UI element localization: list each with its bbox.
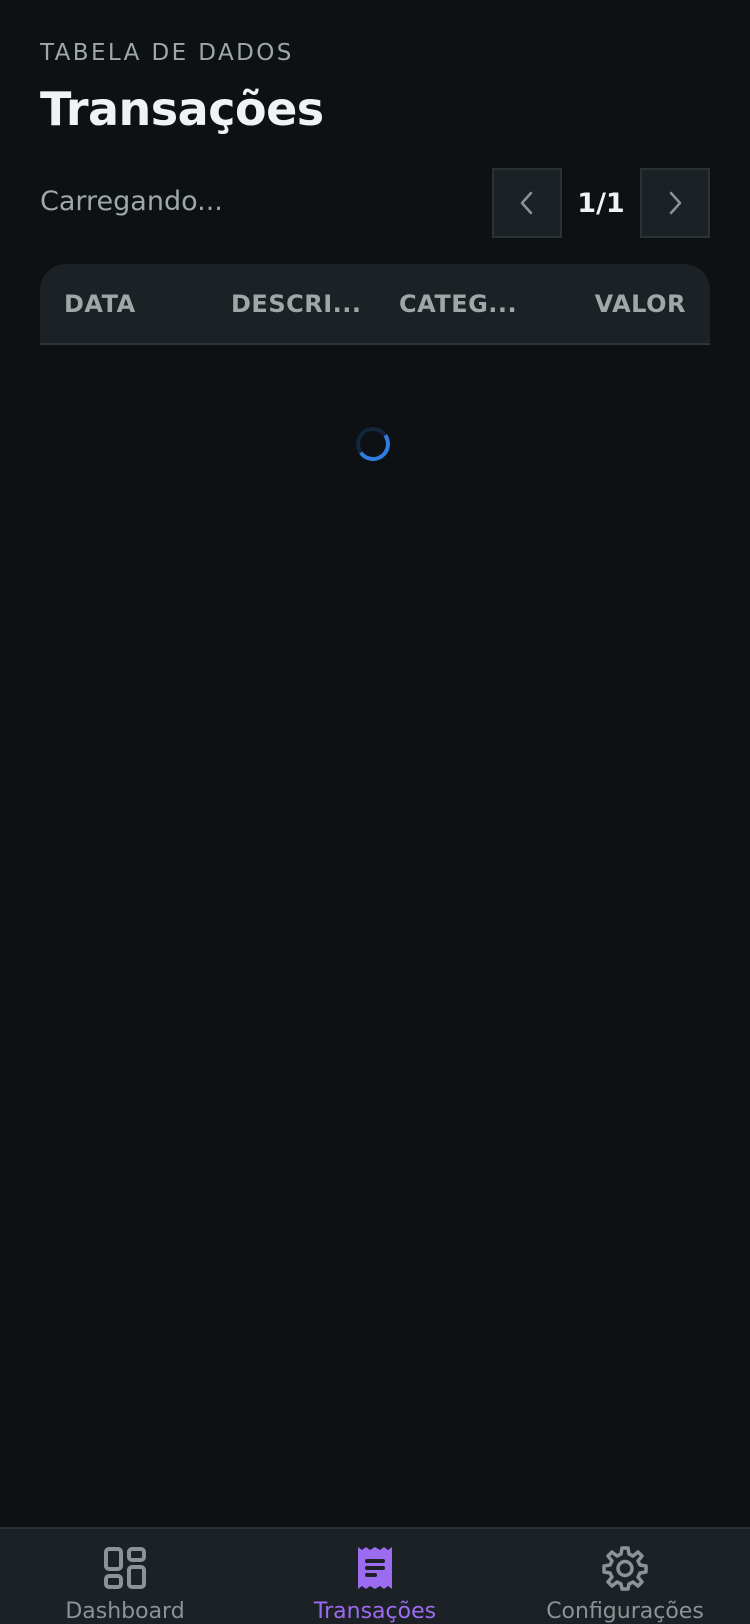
bottom-navigation: Dashboard Transações Configurações [0, 1527, 750, 1624]
nav-item-transacoes[interactable]: Transações [250, 1529, 500, 1624]
page-indicator: 1/1 [577, 187, 625, 219]
nav-item-dashboard[interactable]: Dashboard [0, 1529, 250, 1624]
receipt-icon [358, 1547, 392, 1589]
next-page-button[interactable] [640, 168, 710, 238]
column-header-data[interactable]: DATA [64, 290, 136, 318]
pagination-controls: 1/1 [492, 168, 710, 238]
section-overline: TABELA DE DADOS [40, 40, 294, 66]
gear-icon [602, 1546, 648, 1591]
loading-spinner [353, 424, 393, 464]
previous-page-button[interactable] [492, 168, 562, 238]
chevron-right-icon [669, 191, 682, 215]
chevron-left-icon [520, 191, 533, 215]
table-header-row: DATA DESCRI... CATEG... VALOR [40, 264, 710, 345]
nav-label-configuracoes: Configurações [546, 1599, 704, 1624]
loading-status-text: Carregando... [40, 186, 223, 217]
nav-label-transacoes: Transações [313, 1599, 437, 1624]
grid-icon [104, 1547, 146, 1589]
nav-item-configuracoes[interactable]: Configurações [500, 1529, 750, 1624]
column-header-valor[interactable]: VALOR [595, 290, 686, 318]
column-header-descricao[interactable]: DESCRI... [231, 290, 361, 318]
column-header-categoria[interactable]: CATEG... [399, 290, 517, 318]
page-title: Transações [40, 82, 324, 136]
nav-label-dashboard: Dashboard [65, 1599, 185, 1624]
